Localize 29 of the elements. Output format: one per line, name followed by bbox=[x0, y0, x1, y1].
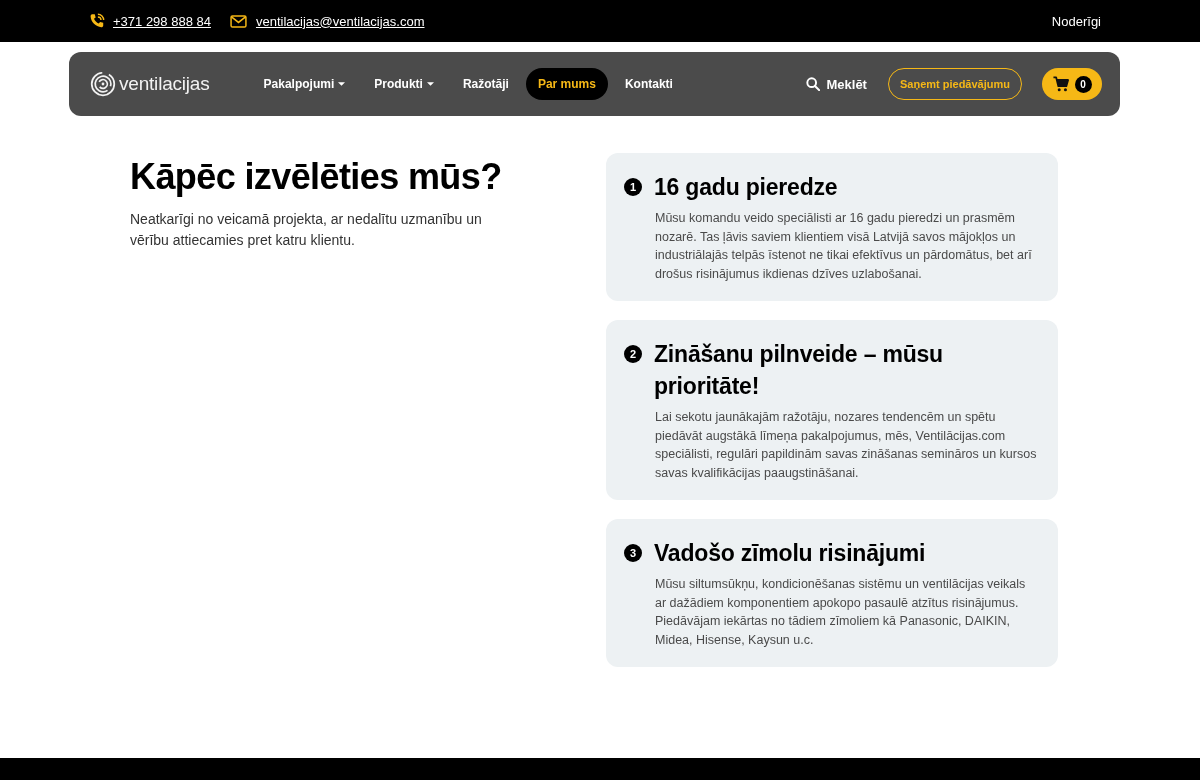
card-title: Zināšanu pilnveide – mūsu prioritāte! bbox=[654, 340, 944, 401]
nav-item[interactable]: Pakalpojumi bbox=[251, 68, 358, 100]
step-number: 3 bbox=[624, 544, 642, 562]
nav-item[interactable]: Ražotāji bbox=[450, 68, 521, 100]
nav-item[interactable]: Par mums bbox=[525, 68, 608, 100]
cart-icon bbox=[1052, 76, 1069, 92]
nav-item[interactable]: Produkti bbox=[362, 68, 446, 100]
nav-item[interactable]: Kontakti bbox=[612, 68, 685, 100]
email-link[interactable]: ventilacijas@ventilacijas.com bbox=[255, 13, 425, 29]
card-text: Lai sekotu jaunākajām ražotāju, nozares tendencēm un spētu piedāvāt augstākā līmeņa pakalpojumus, mēs, Ventilācijas.com speciālisti, regulāri papildinām savas zināšanas semināros un kursos savas kvalifikācijas paaugstināšanai. bbox=[655, 409, 1038, 482]
cart-button[interactable]: 0 bbox=[1042, 68, 1102, 100]
cart-count: 0 bbox=[1074, 75, 1092, 93]
step-number: 2 bbox=[624, 345, 642, 363]
intro-text: Neatkarīgi no veicamā projekta, ar nedalītu uzmanību un vērību attiecamies pret katru klientu. bbox=[130, 210, 483, 250]
card-title: 16 gadu pieredze bbox=[654, 173, 838, 202]
envelope-icon bbox=[229, 14, 247, 28]
step-number: 1 bbox=[624, 178, 642, 196]
logo[interactable]: ventilacijas bbox=[90, 71, 210, 97]
search-icon bbox=[806, 77, 821, 91]
section-heading: Kāpēc izvēlēties mūs? bbox=[130, 155, 503, 199]
card-title: Vadošo zīmolu risinājumi bbox=[654, 539, 926, 568]
phone-link[interactable]: +371 298 888 84 bbox=[113, 13, 211, 29]
caret-icon bbox=[338, 82, 346, 86]
top-nav-link[interactable]: Noderīgi bbox=[1051, 14, 1101, 29]
card-text: Mūsu komandu veido speciālisti ar 16 gadu pieredzi un prasmēm nozarē. Tas ļāvis saviem klientiem visā Latvijā savos mājokļos un industriālajās telpās īstenot ne tikai efektīvus un pārdomātus, bet arī drošus risinājumus ikdienas dzīves uzlabošanai. bbox=[655, 210, 1033, 283]
phone-icon bbox=[89, 13, 105, 29]
caret-icon bbox=[426, 82, 434, 86]
search-link[interactable]: Meklēt bbox=[806, 76, 867, 92]
card-text: Mūsu siltumsūkņu, kondicionēšanas sistēmu un ventilācijas veikals ar dažādiem komponentiem apokopo pasaulē atzītus risinājumus. Piedāvājam iekārtas no tādiem zīmoliem kā Panasonic, DAIKIN, Midea, Hisense, Kaysun u.c. bbox=[655, 576, 1027, 649]
